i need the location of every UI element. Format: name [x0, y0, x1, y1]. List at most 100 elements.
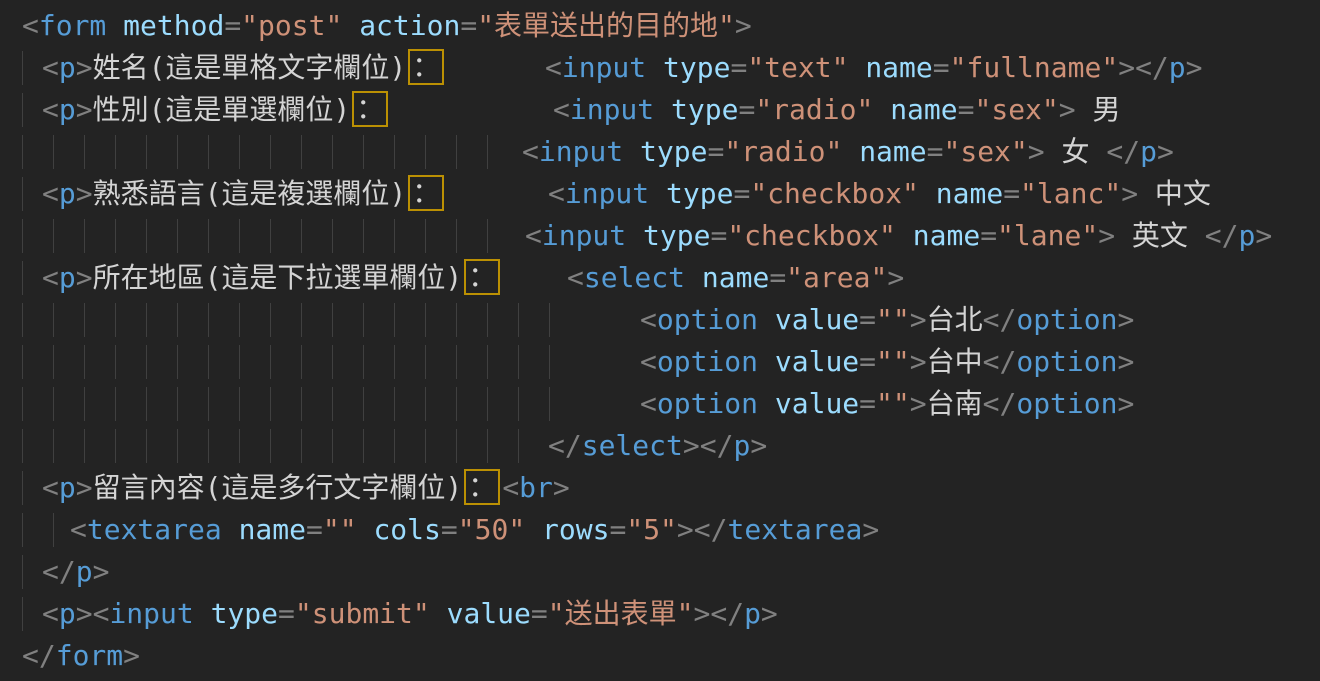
token-txt: 台北: [927, 303, 983, 336]
token-str: "radio": [724, 135, 842, 168]
indent-guide: [301, 303, 302, 337]
token-p: </: [42, 555, 76, 588]
token-txt: 性別(這是單選欄位): [93, 93, 351, 126]
indent-guide: [239, 135, 240, 169]
token-tag: p: [1140, 135, 1157, 168]
token-ws: [646, 51, 663, 84]
indent-guide: [115, 345, 116, 379]
indent-guide: [270, 387, 271, 421]
token-ws: [919, 177, 936, 210]
token-tag: option: [1016, 303, 1117, 336]
token-tag: p: [1239, 219, 1256, 252]
token-eq: =: [531, 597, 548, 630]
indent-guide: [518, 345, 519, 379]
indent-guide: [208, 387, 209, 421]
token-txt: 台中: [927, 345, 983, 378]
token-ws: [758, 345, 775, 378]
indent-guide: [146, 429, 147, 463]
token-txt: 台南: [927, 387, 983, 420]
token-tag: p: [1169, 51, 1186, 84]
token-ws: [873, 93, 890, 126]
indent-guide: [301, 387, 302, 421]
token-tag: option: [657, 345, 758, 378]
token-p: <: [553, 93, 570, 126]
indent-guide: [487, 429, 488, 463]
token-tag: option: [657, 303, 758, 336]
indent-guide: [363, 345, 364, 379]
token-p: >: [1028, 135, 1045, 168]
indent-guide: [332, 219, 333, 253]
token-ws: [758, 387, 775, 420]
token-ws: [623, 135, 640, 168]
code-segment-aligned: <input type="radio" name="sex"> 女 </p>: [522, 131, 1174, 173]
code-segment-aligned: <option value="">台南</option>: [640, 383, 1134, 425]
token-tag: p: [744, 597, 761, 630]
unicode-highlight-box: ：: [464, 469, 500, 505]
indent-guide: [363, 303, 364, 337]
token-txt: 留言內容(這是多行文字欄位): [93, 471, 463, 504]
indent-guide: [425, 345, 426, 379]
code-line-14: </p>: [0, 551, 1320, 593]
token-str: "sex": [974, 93, 1058, 126]
token-p: >: [677, 513, 694, 546]
indent-guide: [53, 303, 54, 337]
token-attr: name: [890, 93, 957, 126]
token-str: "checkbox": [727, 219, 896, 252]
token-p: >: [123, 639, 140, 672]
indent-guide: [518, 387, 519, 421]
token-p: >: [553, 471, 570, 504]
token-str: "": [876, 387, 910, 420]
code-line-12: <p>留言內容(這是多行文字欄位)：<br>: [0, 467, 1320, 509]
indent-guide: [363, 135, 364, 169]
token-eq: =: [859, 345, 876, 378]
code-editor[interactable]: <form method="post" action="表單送出的目的地"><p…: [0, 0, 1320, 677]
token-str: "lane": [997, 219, 1098, 252]
indent-guide: [363, 387, 364, 421]
code-segment-aligned: <input type="radio" name="sex"> 男: [553, 89, 1121, 131]
token-eq: =: [859, 303, 876, 336]
code-segment: <p>性別(這是單選欄位)：: [42, 89, 390, 131]
indent-guide: [84, 387, 85, 421]
token-p: </: [1106, 135, 1140, 168]
token-eq: =: [224, 9, 241, 42]
indent-guide: [22, 555, 23, 589]
indent-guide: [394, 345, 395, 379]
indent-guide: [363, 429, 364, 463]
code-line-3: <p>性別(這是單選欄位)： <input type="radio" name="…: [0, 89, 1320, 131]
indent-guide: [425, 219, 426, 253]
token-p: <: [640, 303, 657, 336]
token-attr: value: [775, 345, 859, 378]
token-tag: p: [59, 597, 76, 630]
indent-guide: [177, 135, 178, 169]
token-p: >: [683, 429, 700, 462]
token-tag: p: [59, 177, 76, 210]
code-line-4: <input type="radio" name="sex"> 女 </p>: [0, 131, 1320, 173]
token-tag: option: [1016, 345, 1117, 378]
indent-guide: [177, 387, 178, 421]
unicode-highlight-box: ：: [408, 49, 444, 85]
token-p: </: [694, 513, 728, 546]
token-tag: select: [584, 261, 685, 294]
indent-guide: [549, 303, 550, 337]
token-str: "表單送出的目的地": [477, 9, 735, 42]
indent-guide: [456, 345, 457, 379]
token-txt: 英文: [1115, 219, 1205, 252]
token-ws: [222, 513, 239, 546]
token-p: >: [862, 513, 879, 546]
indent-guide: [53, 387, 54, 421]
indent-guide: [84, 429, 85, 463]
indent-guide: [270, 219, 271, 253]
indent-guide: [332, 387, 333, 421]
indent-guide: [239, 219, 240, 253]
token-p: >: [76, 261, 93, 294]
token-p: >: [1098, 219, 1115, 252]
token-ws: [342, 9, 359, 42]
token-attr: type: [671, 93, 738, 126]
indent-guide: [456, 429, 457, 463]
token-attr: name: [913, 219, 980, 252]
indent-guide: [332, 345, 333, 379]
token-attr: value: [447, 597, 531, 630]
token-tag: input: [562, 51, 646, 84]
token-p: >: [887, 261, 904, 294]
token-p: </: [700, 429, 734, 462]
